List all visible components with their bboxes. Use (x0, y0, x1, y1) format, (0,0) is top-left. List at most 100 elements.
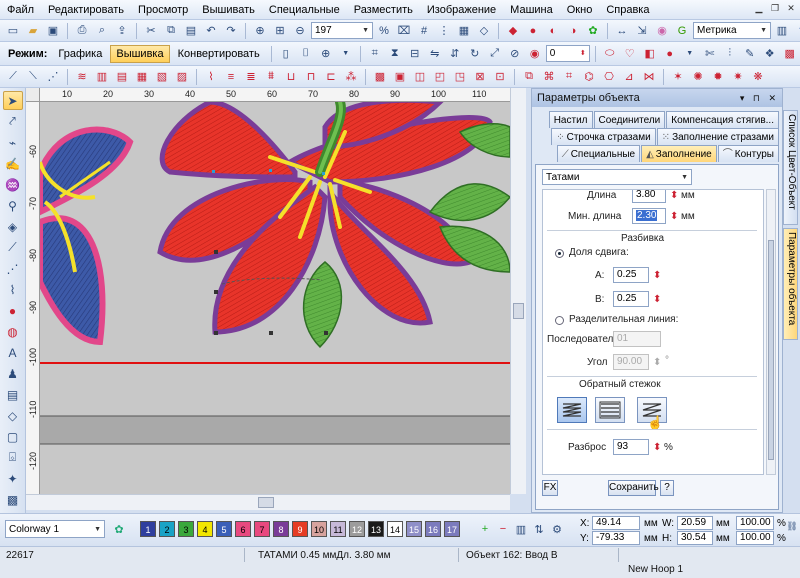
fill-a-icon[interactable]: ▩ (371, 68, 389, 86)
globe-icon[interactable]: ⊕ (317, 45, 335, 63)
mode-convert-button[interactable]: Конвертировать (172, 45, 266, 63)
color-sort-icon[interactable]: ⇅ (530, 520, 548, 538)
scroll-thumb[interactable] (258, 497, 274, 508)
program-split-icon[interactable]: ▧ (153, 68, 171, 86)
print-preview-icon[interactable]: ⌕ (93, 22, 111, 40)
angle-combo[interactable]: 0 ⬍ (545, 45, 590, 62)
effect-j-icon[interactable]: ✹ (709, 68, 727, 86)
print-icon[interactable]: ⎙ (73, 22, 91, 40)
input-a-icon[interactable]: ⟋ (4, 68, 22, 86)
tab-special[interactable]: ⟋ Специальные (556, 145, 641, 162)
menu-item[interactable]: Просмотр (131, 0, 195, 20)
spin-arrows-icon[interactable]: ⬍ (653, 357, 661, 368)
lettering-icon[interactable]: ✎ (741, 45, 759, 63)
effect-h-icon[interactable]: ✶ (669, 68, 687, 86)
menu-item[interactable]: Справка (599, 0, 656, 20)
fill-e-icon[interactable]: ◳ (451, 68, 469, 86)
ellipse-icon[interactable]: ⬭ (601, 45, 619, 63)
mirror-icon[interactable]: ⇋ (426, 45, 444, 63)
candlewick-icon[interactable]: ⁂ (342, 68, 360, 86)
a-input[interactable]: 0.25 (613, 267, 649, 283)
menu-item[interactable]: Специальные (262, 0, 347, 20)
text-on-path-icon[interactable]: ▤ (3, 385, 23, 404)
outline-icon[interactable]: ◐ (544, 22, 562, 40)
back-stitch-a-button[interactable] (557, 397, 587, 423)
minimize-icon[interactable]: ▁ (752, 1, 766, 15)
eraser-icon[interactable]: ◇ (3, 406, 23, 425)
rotate-45-icon[interactable]: ◉ (526, 45, 544, 63)
stitch-count-combo[interactable]: 197 ▼ (311, 22, 373, 39)
effect-g-icon[interactable]: ⋈ (640, 68, 658, 86)
monogram-tool-icon[interactable]: ♟ (3, 364, 23, 383)
color-swatch[interactable]: 7 (254, 521, 270, 537)
tab-rhinestone-line[interactable]: ⁘ Строчка стразами (551, 128, 656, 145)
effect-a-icon[interactable]: ⧉ (520, 68, 538, 86)
polyline-select-icon[interactable]: ⌁ (3, 133, 23, 152)
slant-icon[interactable]: ⊘ (506, 45, 524, 63)
w-input[interactable]: 20.59 (677, 516, 713, 530)
fill-d-icon[interactable]: ◰ (431, 68, 449, 86)
spin-arrows-icon[interactable]: ⬍ (653, 442, 661, 453)
pattern-icon[interactable]: ▩ (3, 490, 23, 509)
knife-icon[interactable]: ⟋ (3, 238, 23, 257)
menu-item[interactable]: Разместить (347, 0, 420, 20)
effect-i-icon[interactable]: ✺ (689, 68, 707, 86)
color-swatch[interactable]: 5 (216, 521, 232, 537)
menu-item[interactable]: Машина (503, 0, 560, 20)
canvas-horizontal-scrollbar[interactable] (26, 494, 510, 510)
shape-icon[interactable]: ◈ (3, 217, 23, 236)
tie-in-icon[interactable]: ● (524, 22, 542, 40)
mode-graphics-button[interactable]: Графика (52, 45, 108, 63)
freehand-icon[interactable]: ⌇ (3, 280, 23, 299)
b-input[interactable]: 0.25 (613, 291, 649, 307)
fill-f-icon[interactable]: ⊠ (471, 68, 489, 86)
color-swatch[interactable]: 10 (311, 521, 327, 537)
align-icon[interactable]: ⊟ (406, 45, 424, 63)
new-file-icon[interactable]: ▭ (4, 22, 22, 40)
node-icon[interactable]: ⋰ (3, 259, 23, 278)
sequence-input[interactable]: 01 (613, 331, 661, 347)
tab-rhinestone-fill[interactable]: ⁙ Заполнение стразами (656, 128, 779, 145)
fill-b-icon[interactable]: ▣ (391, 68, 409, 86)
color-swatch[interactable]: 17 (444, 521, 460, 537)
save-button[interactable]: Сохранить (608, 480, 659, 496)
colorway-select[interactable]: Colorway 1 ▼ (5, 520, 105, 538)
tab-connectors[interactable]: Соединители (593, 111, 666, 128)
tab-outlines[interactable]: ⌒ Контуры (717, 145, 779, 162)
scale-h-input[interactable]: 100.00 (736, 531, 774, 545)
blanket-icon[interactable]: ⊔ (282, 68, 300, 86)
export-icon[interactable]: ⇪ (113, 22, 131, 40)
tab-fill[interactable]: ◭ Заполнение (641, 145, 717, 162)
satin-border-icon[interactable]: ⊓ (302, 68, 320, 86)
measure-icon[interactable]: ↔ (613, 22, 631, 40)
save-icon[interactable]: ▣ (44, 22, 62, 40)
spin-arrows-icon[interactable]: ⬍ (670, 211, 678, 222)
color-swatch[interactable]: 13 (368, 521, 384, 537)
dropdown-arrow-icon[interactable]: ▼ (681, 45, 699, 63)
y-input[interactable]: -79.33 (592, 531, 640, 545)
backstitch-icon[interactable]: ≣ (242, 68, 260, 86)
design-library-icon[interactable]: G (673, 22, 691, 40)
hourglass-icon[interactable]: ⧗ (386, 45, 404, 63)
effect-b-icon[interactable]: ⌘ (540, 68, 558, 86)
scroll-thumb[interactable] (768, 240, 774, 460)
restore-icon[interactable]: ❐ (768, 1, 782, 15)
min-length-input[interactable]: 2.30 (632, 208, 666, 224)
cut-icon[interactable]: ✂ (142, 22, 160, 40)
color-wheel-icon[interactable]: ◉ (653, 22, 671, 40)
wand-icon[interactable]: ⚲ (3, 196, 23, 215)
run-icon[interactable]: ⌇ (202, 68, 220, 86)
color-swatch[interactable]: 3 (178, 521, 194, 537)
appliqué-icon[interactable]: ◑ (564, 22, 582, 40)
rotate-icon[interactable]: ↻ (466, 45, 484, 63)
stitch-player-icon[interactable]: ◆ (504, 22, 522, 40)
clipart-icon[interactable]: ✦ (3, 469, 23, 488)
frame-icon[interactable]: ▢ (3, 427, 23, 446)
color-swatch[interactable]: 6 (235, 521, 251, 537)
color-swatch[interactable]: 8 (273, 521, 289, 537)
effect-f-icon[interactable]: ⊿ (620, 68, 638, 86)
help-icon[interactable]: ? (793, 22, 800, 40)
effect-l-icon[interactable]: ❋ (749, 68, 767, 86)
tatami-icon[interactable]: ▥ (93, 68, 111, 86)
spin-arrows-icon[interactable]: ⬍ (653, 294, 661, 305)
